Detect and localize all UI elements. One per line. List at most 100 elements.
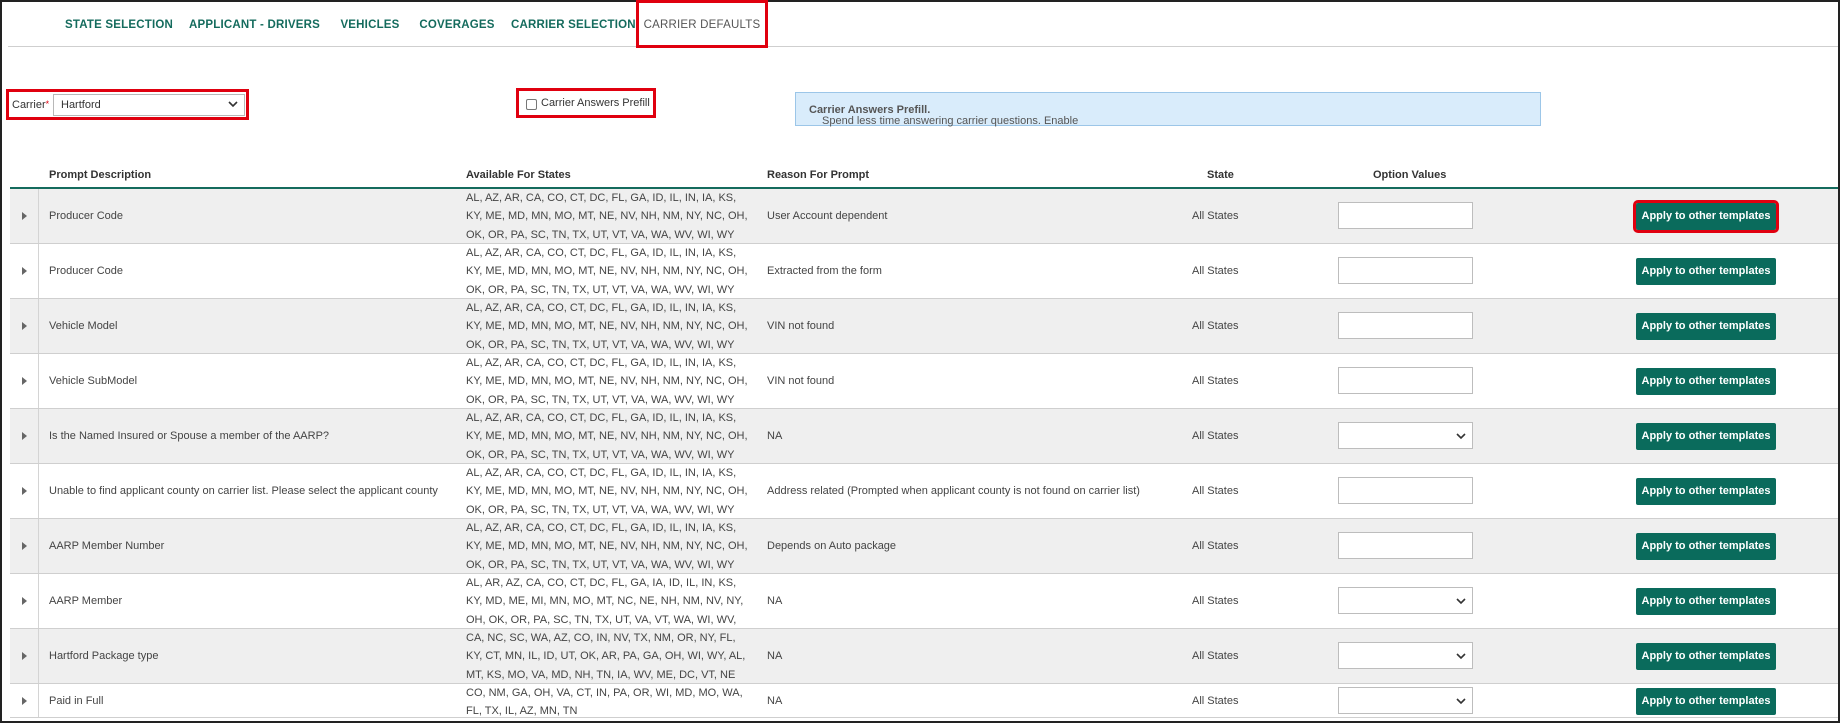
available-states: CA, NC, SC, WA, AZ, CO, IN, NV, TX, NM, … xyxy=(466,632,746,681)
apply-to-other-templates-button[interactable]: Apply to other templates xyxy=(1633,200,1779,233)
option-value-select[interactable] xyxy=(1338,642,1473,669)
state-cell: All States xyxy=(1192,319,1239,332)
header-state: State xyxy=(1207,169,1234,181)
available-states: AL, AZ, AR, CA, CO, CT, DC, FL, GA, ID, … xyxy=(466,192,748,241)
row-expand-toggle[interactable] xyxy=(10,629,39,683)
apply-to-other-templates-button[interactable]: Apply to other templates xyxy=(1636,643,1776,670)
tab-carrier-defaults[interactable]: CARRIER DEFAULTS xyxy=(636,0,768,48)
apply-to-other-templates-button[interactable]: Apply to other templates xyxy=(1636,588,1776,615)
prompt-description: Is the Named Insured or Spouse a member … xyxy=(49,429,330,442)
state-cell: All States xyxy=(1192,209,1239,222)
reason-for-prompt: Extracted from the form xyxy=(767,264,882,277)
chevron-down-icon xyxy=(1456,697,1466,704)
apply-to-other-templates-button[interactable]: Apply to other templates xyxy=(1636,687,1776,715)
caret-right-icon xyxy=(22,212,27,220)
caret-right-icon xyxy=(22,267,27,275)
carrier-label: Carrier* xyxy=(12,99,50,111)
prompt-description: Vehicle SubModel xyxy=(49,374,138,387)
tab-coverages[interactable]: COVERAGES xyxy=(416,0,498,47)
tab-applicant-drivers[interactable]: APPLICANT - DRIVERS xyxy=(188,0,321,47)
table-body: Producer Code AL, AZ, AR, CA, CO, CT, DC,… xyxy=(10,189,1838,718)
caret-right-icon xyxy=(22,377,27,385)
state-cell: All States xyxy=(1192,539,1239,552)
apply-to-other-templates-button[interactable]: Apply to other templates xyxy=(1636,478,1776,505)
option-value-select[interactable] xyxy=(1338,422,1473,449)
table-row: Vehicle SubModel AL, AZ, AR, CA, CO, CT, … xyxy=(10,354,1838,409)
chevron-down-icon xyxy=(1456,653,1466,660)
state-cell: All States xyxy=(1192,429,1239,442)
row-expand-toggle[interactable] xyxy=(10,354,39,408)
state-cell: All States xyxy=(1192,484,1239,497)
table-row: Hartford Package type CA, NC, SC, WA, AZ,… xyxy=(10,629,1838,684)
available-states: AL, AZ, AR, CA, CO, CT, DC, FL, GA, ID, … xyxy=(466,357,748,406)
banner-text: Spend less time answering carrier questi… xyxy=(809,104,1079,127)
option-value-select[interactable] xyxy=(1338,686,1473,714)
state-cell: All States xyxy=(1192,649,1239,662)
reason-for-prompt: NA xyxy=(767,694,783,707)
available-states: AL, AZ, AR, CA, CO, CT, DC, FL, GA, ID, … xyxy=(466,467,748,516)
apply-to-other-templates-button[interactable]: Apply to other templates xyxy=(1636,423,1776,450)
table-row: AARP Member Number AL, AZ, AR, CA, CO, CT… xyxy=(10,519,1838,574)
prefill-info-banner: Spend less time answering carrier questi… xyxy=(795,92,1541,127)
apply-to-other-templates-button[interactable]: Apply to other templates xyxy=(1636,368,1776,395)
carrier-field: Carrier* Hartford xyxy=(6,89,249,120)
option-value-input[interactable] xyxy=(1338,202,1473,229)
reason-for-prompt: NA xyxy=(767,649,783,662)
state-cell: All States xyxy=(1192,594,1239,607)
prefill-checkbox[interactable] xyxy=(526,99,537,110)
prompt-description: Unable to find applicant county on carri… xyxy=(49,484,438,497)
reason-for-prompt: NA xyxy=(767,594,783,607)
option-value-input[interactable] xyxy=(1338,312,1473,339)
table-row: Paid in Full CO, NM, GA, OH, VA, CT, IN, … xyxy=(10,684,1838,718)
apply-to-other-templates-button[interactable]: Apply to other templates xyxy=(1636,313,1776,340)
table-row: Vehicle Model AL, AZ, AR, CA, CO, CT, DC,… xyxy=(10,299,1838,354)
reason-for-prompt: VIN not found xyxy=(767,319,835,332)
row-expand-toggle[interactable] xyxy=(10,464,39,518)
table-row: Producer Code AL, AZ, AR, CA, CO, CT, DC,… xyxy=(10,189,1838,244)
reason-for-prompt: VIN not found xyxy=(767,374,835,387)
row-expand-toggle[interactable] xyxy=(10,519,39,573)
tab-carrier-selection[interactable]: CARRIER SELECTION xyxy=(511,0,636,47)
caret-right-icon xyxy=(22,432,27,440)
available-states: AL, AZ, AR, CA, CO, CT, DC, FL, GA, ID, … xyxy=(466,247,748,296)
chevron-down-icon xyxy=(1456,598,1466,605)
option-value-select[interactable] xyxy=(1338,587,1473,614)
chevron-down-icon xyxy=(1456,433,1466,440)
apply-to-other-templates-button[interactable]: Apply to other templates xyxy=(1636,533,1776,560)
caret-right-icon xyxy=(22,696,27,705)
option-value-input[interactable] xyxy=(1338,257,1473,284)
table-header: Prompt Description Available For States … xyxy=(10,163,1838,189)
state-cell: All States xyxy=(1192,264,1239,277)
option-value-input[interactable] xyxy=(1338,477,1473,504)
row-expand-toggle[interactable] xyxy=(10,299,39,353)
caret-right-icon xyxy=(22,487,27,495)
row-expand-toggle[interactable] xyxy=(10,684,39,717)
header-available-states: Available For States xyxy=(466,169,571,181)
caret-right-icon xyxy=(22,542,27,550)
apply-to-other-templates-button[interactable]: Apply to other templates xyxy=(1636,258,1776,285)
prompt-description: Vehicle Model xyxy=(49,319,118,332)
tab-vehicles[interactable]: VEHICLES xyxy=(334,0,406,47)
header-reason: Reason For Prompt xyxy=(767,169,870,181)
tab-state-selection[interactable]: STATE SELECTION xyxy=(65,0,173,47)
option-value-input[interactable] xyxy=(1338,367,1473,394)
state-cell: All States xyxy=(1192,374,1239,387)
prompt-description: AARP Member xyxy=(49,594,123,607)
prefill-label: Carrier Answers Prefill xyxy=(541,97,650,109)
row-expand-toggle[interactable] xyxy=(10,189,39,243)
available-states: AL, AZ, AR, CA, CO, CT, DC, FL, GA, ID, … xyxy=(466,412,748,461)
carrier-select-value: Hartford xyxy=(61,99,101,111)
available-states: CO, NM, GA, OH, VA, CT, IN, PA, OR, WI, … xyxy=(466,687,743,718)
option-value-input[interactable] xyxy=(1338,532,1473,559)
caret-right-icon xyxy=(22,322,27,330)
state-cell: All States xyxy=(1192,694,1239,707)
row-expand-toggle[interactable] xyxy=(10,244,39,298)
prompt-description: AARP Member Number xyxy=(49,539,165,552)
row-expand-toggle[interactable] xyxy=(10,574,39,628)
carrier-select[interactable]: Hartford xyxy=(53,94,245,116)
prompt-description: Paid in Full xyxy=(49,694,104,707)
reason-for-prompt: NA xyxy=(767,429,783,442)
row-expand-toggle[interactable] xyxy=(10,409,39,463)
caret-right-icon xyxy=(22,652,27,660)
tab-bar: STATE SELECTION APPLICANT - DRIVERS VEHI… xyxy=(8,0,1838,48)
